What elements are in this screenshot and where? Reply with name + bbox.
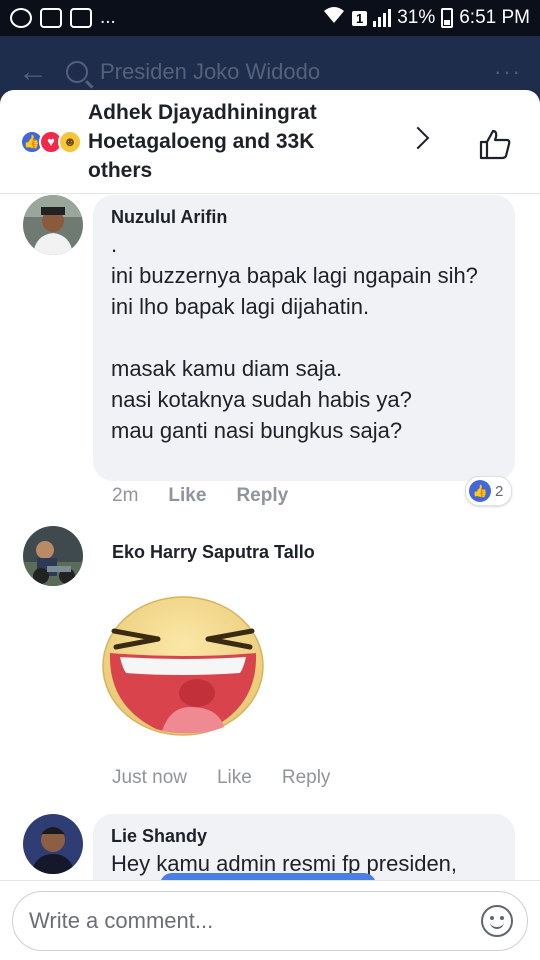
like-button[interactable]: Like [168,485,206,507]
emoji-icon[interactable] [481,905,513,937]
status-bar: ... 1 31% 6:51 PM [0,0,540,36]
comment-meta: 2m Like Reply [112,485,288,507]
comment-meta: Just now Like Reply [112,767,330,789]
clock: 6:51 PM [459,7,530,28]
avatar[interactable] [23,814,83,874]
whatsapp-icon [10,8,32,28]
search-input[interactable]: Presiden Joko Widodo [100,59,320,85]
search-icon [66,61,88,83]
comment-bubble[interactable]: Nuzulul Arifin . ini buzzernya bapak lag… [93,195,515,481]
battery-percent: 31% [397,7,436,28]
status-overflow: ... [100,7,116,28]
more-options-icon[interactable]: ··· [494,59,522,85]
reactors-text[interactable]: Adhek Djayadhiningrat Hoetagaloeng and 3… [88,98,358,185]
checkbox-icon [70,8,92,28]
back-arrow-icon[interactable]: ← [18,55,66,89]
reactions-header[interactable]: 👍 ♥ ☻ Adhek Djayadhiningrat Hoetagaloeng… [0,90,540,194]
wifi-icon [322,5,346,31]
gallery-icon [40,8,62,28]
chevron-right-icon[interactable] [406,126,430,150]
reaction-icons: 👍 ♥ ☻ [20,129,82,154]
comment-time: 2m [112,485,139,506]
like-icon: 👍 [469,480,491,502]
battery-icon [441,8,454,28]
comment-author[interactable]: Nuzulul Arifin [111,205,497,229]
comment-author[interactable]: Lie Shandy [111,824,497,848]
laughing-face-sticker [102,596,264,736]
comments-sheet: 👍 ♥ ☻ Adhek Djayadhiningrat Hoetagaloeng… [0,90,540,960]
avatar[interactable] [23,195,83,255]
signal-icon [373,9,392,27]
comment-text: . ini buzzernya bapak lagi ngapain sih? … [111,232,478,443]
like-button[interactable]: Like [217,767,252,789]
sim-badge: 1 [351,10,368,26]
comment-input[interactable]: Write a comment... [12,891,528,951]
reaction-count: 2 [495,482,504,500]
comment-time: Just now [112,767,187,788]
thumbs-up-icon[interactable] [478,128,512,160]
haha-icon: ☻ [58,129,82,154]
reply-button[interactable]: Reply [282,767,331,789]
comment-placeholder: Write a comment... [29,908,214,933]
avatar[interactable] [23,526,83,586]
reaction-count-badge[interactable]: 👍 2 [465,476,513,506]
comment-composer: Write a comment... [0,880,540,960]
reply-button[interactable]: Reply [236,485,288,507]
comment-author[interactable]: Eko Harry Saputra Tallo [112,540,315,564]
